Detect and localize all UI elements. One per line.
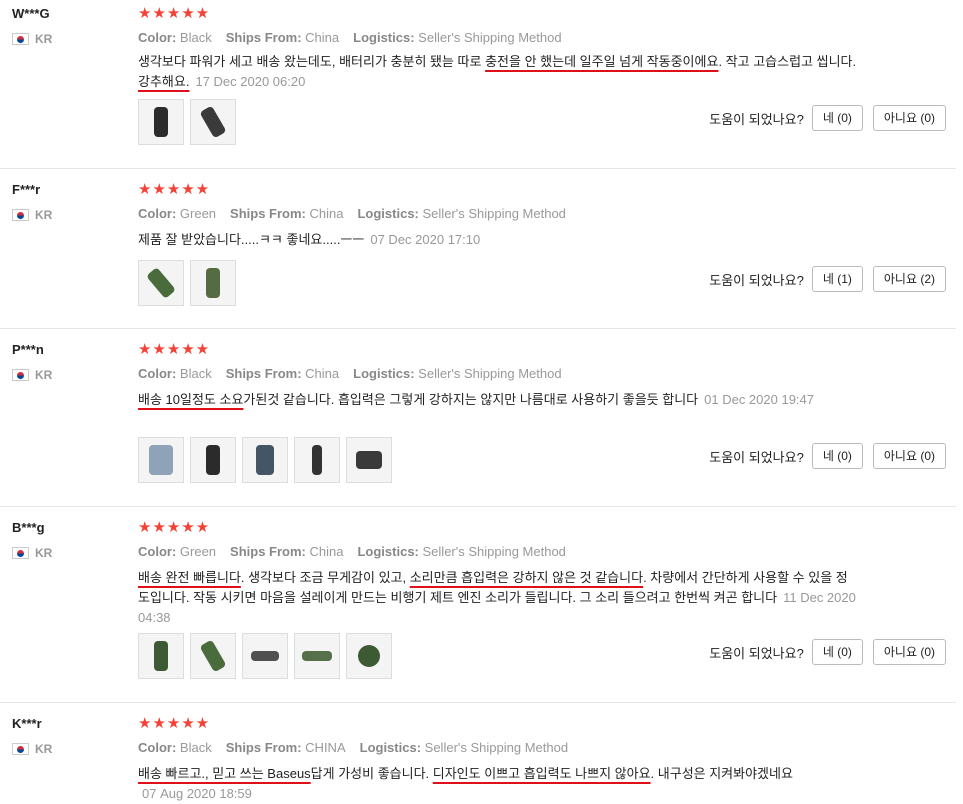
korea-flag-icon — [12, 369, 29, 381]
reviewer-name: K***r — [12, 716, 42, 731]
review-date: 01 Dec 2020 19:47 — [704, 392, 814, 407]
reviewer-country: KR — [12, 368, 52, 382]
helpful-question: 도움이 되었나요? — [709, 272, 804, 288]
rating-stars: ★★★★★ — [138, 519, 211, 536]
rating-stars: ★★★★★ — [138, 341, 211, 358]
helpful-no-button[interactable]: 아니요 (2) — [872, 266, 946, 292]
korea-flag-icon — [12, 743, 29, 755]
reviewer-country: KR — [12, 546, 52, 560]
review-photo[interactable] — [346, 437, 392, 483]
review-date: 17 Dec 2020 06:20 — [195, 74, 306, 89]
review-item: W***G KR ★★★★★ Color: Black Ships From: C… — [0, 0, 956, 169]
helpful-no-button[interactable]: 아니요 (0) — [872, 443, 946, 469]
reviewer-name: P***n — [12, 342, 44, 357]
review-text: 생각보다 파워가 세고 배송 왔는데도, 배터리가 충분히 됐늗 따로 충전을 … — [138, 54, 857, 89]
reviewer-name: F***r — [12, 182, 41, 197]
review-photo[interactable] — [190, 633, 236, 679]
reviewer-name: W***G — [12, 6, 50, 21]
product-meta: Color: Black Ships From: CHINA Logistics: … — [138, 740, 569, 755]
review-photo[interactable] — [138, 633, 184, 679]
helpful-question: 도움이 되었나요? — [709, 449, 804, 465]
review-photo[interactable] — [294, 437, 340, 483]
reviewer-name: B***g — [12, 520, 45, 535]
review-item: B***g KR ★★★★★ Color: Green Ships From: C… — [0, 514, 956, 703]
review-photo[interactable] — [242, 437, 288, 483]
review-photo[interactable] — [346, 633, 392, 679]
review-photo[interactable] — [138, 260, 184, 306]
review-photo[interactable] — [294, 633, 340, 679]
helpful-yes-button[interactable]: 네 (0) — [811, 443, 863, 469]
review-item: K***r KR ★★★★★ Color: Black Ships From: C… — [0, 710, 956, 801]
review-photo[interactable] — [190, 99, 236, 145]
reviewer-country: KR — [12, 742, 52, 756]
product-meta: Color: Green Ships From: China Logistics: … — [138, 544, 566, 559]
review-text: 배송 빠르고., 믿고 쓰는 Baseus답게 가성비 좋습니다. 디자인도 이… — [138, 766, 793, 801]
review-item: P***n KR ★★★★★ Color: Black Ships From: C… — [0, 336, 956, 507]
review-date: 07 Dec 2020 17:10 — [370, 232, 481, 247]
helpful-yes-button[interactable]: 네 (1) — [811, 266, 863, 292]
product-meta: Color: Black Ships From: China Logistics: … — [138, 30, 562, 45]
review-date: 07 Aug 2020 18:59 — [142, 786, 252, 801]
helpful-yes-button[interactable]: 네 (0) — [811, 105, 863, 131]
rating-stars: ★★★★★ — [138, 181, 211, 198]
reviewer-country: KR — [12, 208, 52, 222]
korea-flag-icon — [12, 33, 29, 45]
helpful-yes-button[interactable]: 네 (0) — [811, 639, 863, 665]
helpful-no-button[interactable]: 아니요 (0) — [872, 105, 946, 131]
review-text: 배송 10일정도 소요가된것 같습니다. 흡입력은 그렇게 강하지는 않지만 나… — [138, 392, 814, 407]
rating-stars: ★★★★★ — [138, 5, 211, 22]
review-item: F***r KR ★★★★★ Color: Green Ships From: C… — [0, 176, 956, 329]
product-meta: Color: Green Ships From: China Logistics: … — [138, 206, 566, 221]
reviewer-country: KR — [12, 32, 52, 46]
product-meta: Color: Black Ships From: China Logistics: … — [138, 366, 562, 381]
review-text: 제품 잘 받았습니다.....ㅋㅋ 좋네요.....ㅡㅡ 07 Dec 2020 … — [138, 232, 481, 247]
helpful-no-button[interactable]: 아니요 (0) — [872, 639, 946, 665]
review-photo[interactable] — [190, 437, 236, 483]
review-photo[interactable] — [138, 437, 184, 483]
review-photo[interactable] — [138, 99, 184, 145]
review-photo[interactable] — [190, 260, 236, 306]
helpful-question: 도움이 되었나요? — [709, 111, 804, 127]
review-text: 배송 완전 빠릅니다. 생각보다 조금 무게감이 있고, 소리만큼 흡입력은 강… — [138, 570, 856, 625]
review-photo[interactable] — [242, 633, 288, 679]
korea-flag-icon — [12, 209, 29, 221]
korea-flag-icon — [12, 547, 29, 559]
rating-stars: ★★★★★ — [138, 715, 211, 732]
helpful-question: 도움이 되었나요? — [709, 645, 804, 661]
